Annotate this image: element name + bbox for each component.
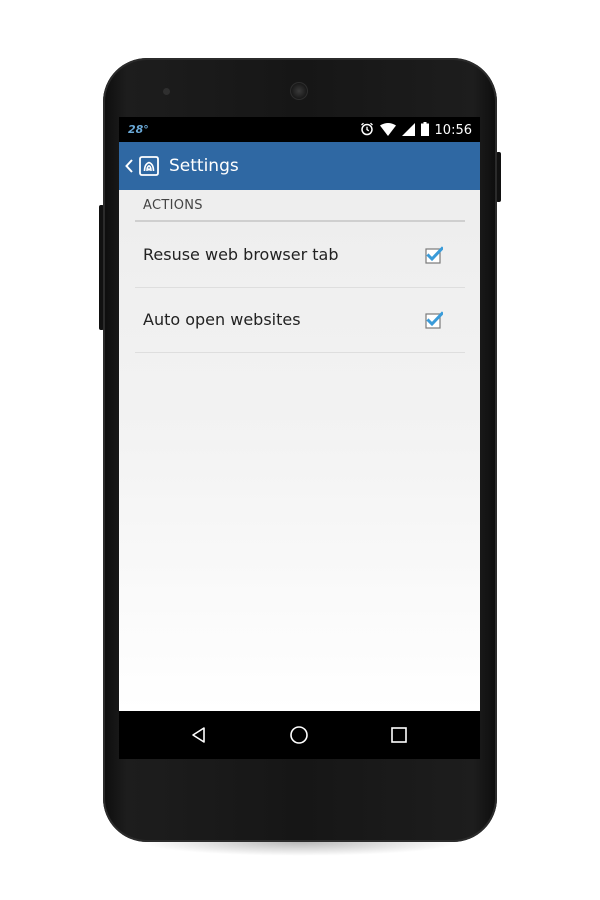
- device-mockup: 28° 10:56 Settings ACTIONS Resuse web br…: [0, 0, 600, 900]
- auto-open-websites-checkbox[interactable]: [425, 311, 445, 329]
- chevron-left-icon[interactable]: [123, 157, 135, 175]
- preference-label: Resuse web browser tab: [143, 245, 339, 264]
- status-temperature: 28°: [128, 123, 149, 136]
- section-header: ACTIONS: [135, 198, 465, 222]
- status-icons: 10:56: [360, 121, 472, 139]
- status-bar: 28° 10:56: [119, 117, 480, 142]
- phone-screen: 28° 10:56 Settings ACTIONS Resuse web br…: [119, 117, 480, 711]
- preference-auto-open-websites[interactable]: Auto open websites: [135, 288, 465, 353]
- back-triangle-icon[interactable]: [187, 723, 211, 747]
- section-title: ACTIONS: [143, 198, 203, 213]
- preference-label: Auto open websites: [143, 310, 301, 329]
- alarm-icon: [360, 121, 374, 140]
- navigation-bar: [119, 711, 480, 759]
- app-bar: Settings: [119, 142, 480, 190]
- preference-reuse-browser-tab[interactable]: Resuse web browser tab: [135, 223, 465, 288]
- earpiece-speaker-icon: [290, 82, 308, 100]
- wifi-icon: [379, 121, 396, 140]
- page-title: Settings: [169, 156, 239, 176]
- reuse-browser-tab-checkbox[interactable]: [425, 246, 445, 264]
- battery-icon: [420, 121, 429, 140]
- nfc-tag-logo-icon[interactable]: [137, 154, 161, 178]
- recent-apps-square-icon[interactable]: [387, 723, 411, 747]
- status-time: 10:56: [434, 122, 472, 138]
- signal-icon: [401, 121, 415, 140]
- home-circle-icon[interactable]: [287, 723, 311, 747]
- front-camera-icon: [163, 88, 170, 95]
